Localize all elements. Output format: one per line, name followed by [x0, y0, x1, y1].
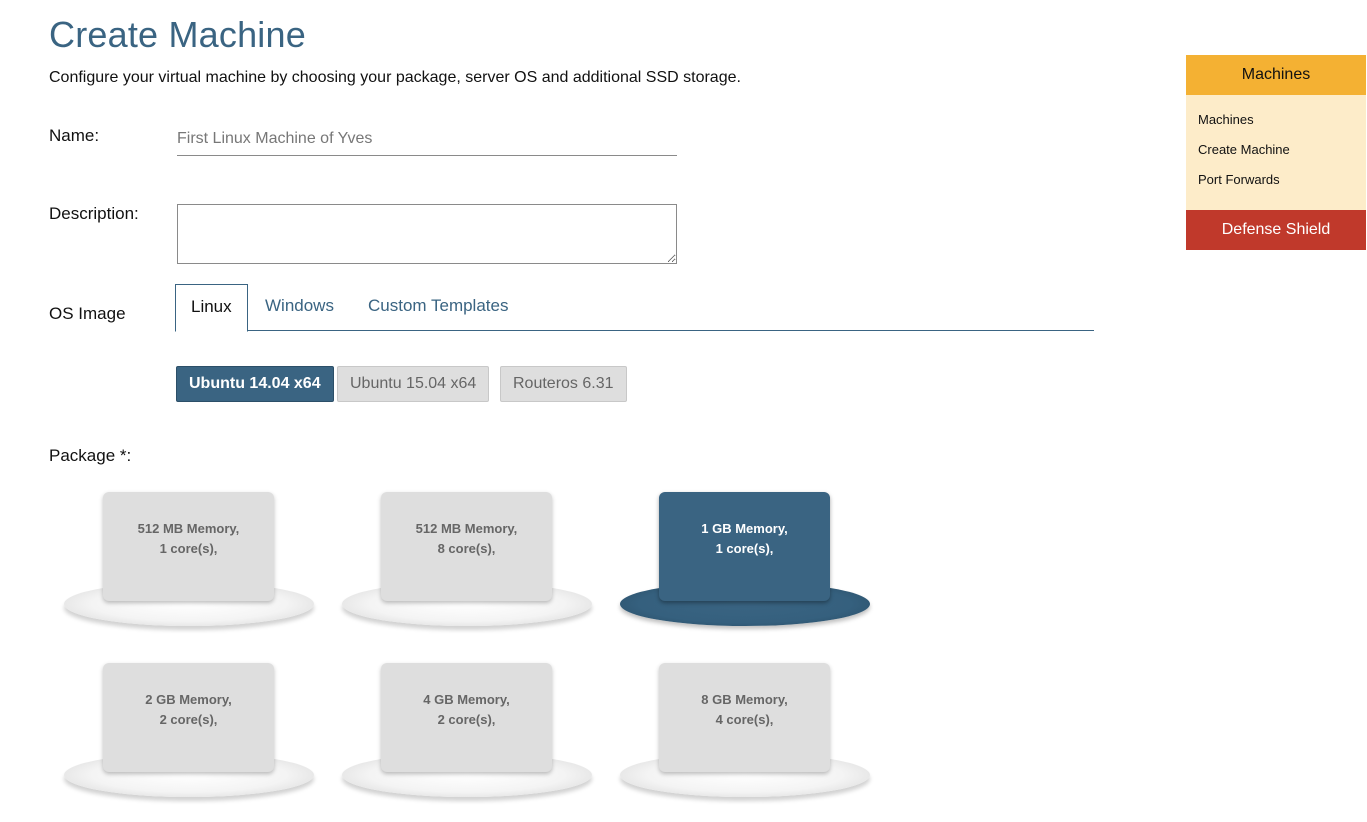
- os-tabs: Linux Windows Custom Templates: [175, 284, 1094, 332]
- package-card[interactable]: 2 GB Memory, 2 core(s),: [103, 663, 274, 772]
- tab-custom-templates[interactable]: Custom Templates: [353, 284, 523, 331]
- os-image-label: OS Image: [49, 304, 126, 323]
- package-card[interactable]: 4 GB Memory, 2 core(s),: [381, 663, 552, 772]
- sidebar: Machines Machines Create Machine Port Fo…: [1186, 55, 1366, 250]
- package-cores: 2 core(s),: [437, 711, 496, 727]
- package-cores: 1 core(s),: [159, 540, 218, 556]
- tab-windows[interactable]: Windows: [250, 284, 349, 331]
- package-option[interactable]: 512 MB Memory, 8 core(s),: [328, 492, 592, 632]
- package-memory: 1 GB Memory,: [701, 520, 788, 536]
- package-card[interactable]: 8 GB Memory, 4 core(s),: [659, 663, 830, 772]
- page-intro: Configure your virtual machine by choosi…: [49, 69, 741, 86]
- package-card[interactable]: 512 MB Memory, 8 core(s),: [381, 492, 552, 601]
- package-cores: 1 core(s),: [715, 540, 774, 556]
- os-image-ubuntu-1404-button[interactable]: Ubuntu 14.04 x64: [176, 366, 334, 402]
- package-card[interactable]: 512 MB Memory, 1 core(s),: [103, 492, 274, 601]
- defense-shield-button[interactable]: Defense Shield: [1186, 210, 1366, 250]
- package-option[interactable]: 2 GB Memory, 2 core(s),: [50, 663, 314, 803]
- description-textarea[interactable]: [177, 204, 677, 264]
- package-option[interactable]: 4 GB Memory, 2 core(s),: [328, 663, 592, 803]
- package-option[interactable]: 8 GB Memory, 4 core(s),: [606, 663, 870, 803]
- package-cores: 8 core(s),: [437, 540, 496, 556]
- page-title: Create Machine: [49, 14, 306, 55]
- tab-linux[interactable]: Linux: [175, 284, 248, 332]
- sidebar-link-create-machine[interactable]: Create Machine: [1198, 141, 1366, 171]
- package-memory: 512 MB Memory,: [137, 520, 240, 536]
- package-option-selected[interactable]: 1 GB Memory, 1 core(s),: [606, 492, 870, 632]
- package-card[interactable]: 1 GB Memory, 1 core(s),: [659, 492, 830, 601]
- sidebar-link-port-forwards[interactable]: Port Forwards: [1198, 171, 1366, 201]
- package-option[interactable]: 512 MB Memory, 1 core(s),: [50, 492, 314, 632]
- package-memory: 512 MB Memory,: [415, 520, 518, 536]
- os-image-routeros-button[interactable]: Routeros 6.31: [500, 366, 627, 402]
- sidebar-link-machines[interactable]: Machines: [1198, 111, 1366, 141]
- package-cores: 4 core(s),: [715, 711, 774, 727]
- sidebar-header: Machines: [1186, 55, 1366, 95]
- package-cores: 2 core(s),: [159, 711, 218, 727]
- sidebar-links: Machines Create Machine Port Forwards: [1186, 95, 1366, 210]
- os-image-ubuntu-1504-button[interactable]: Ubuntu 15.04 x64: [337, 366, 490, 402]
- package-memory: 2 GB Memory,: [145, 691, 232, 707]
- package-label: Package *:: [49, 446, 132, 465]
- package-memory: 4 GB Memory,: [423, 691, 510, 707]
- name-input[interactable]: [177, 122, 677, 156]
- main-content: Create Machine Configure your virtual ma…: [0, 0, 1180, 822]
- package-memory: 8 GB Memory,: [701, 691, 788, 707]
- name-label: Name:: [49, 126, 100, 145]
- description-label: Description:: [49, 204, 139, 223]
